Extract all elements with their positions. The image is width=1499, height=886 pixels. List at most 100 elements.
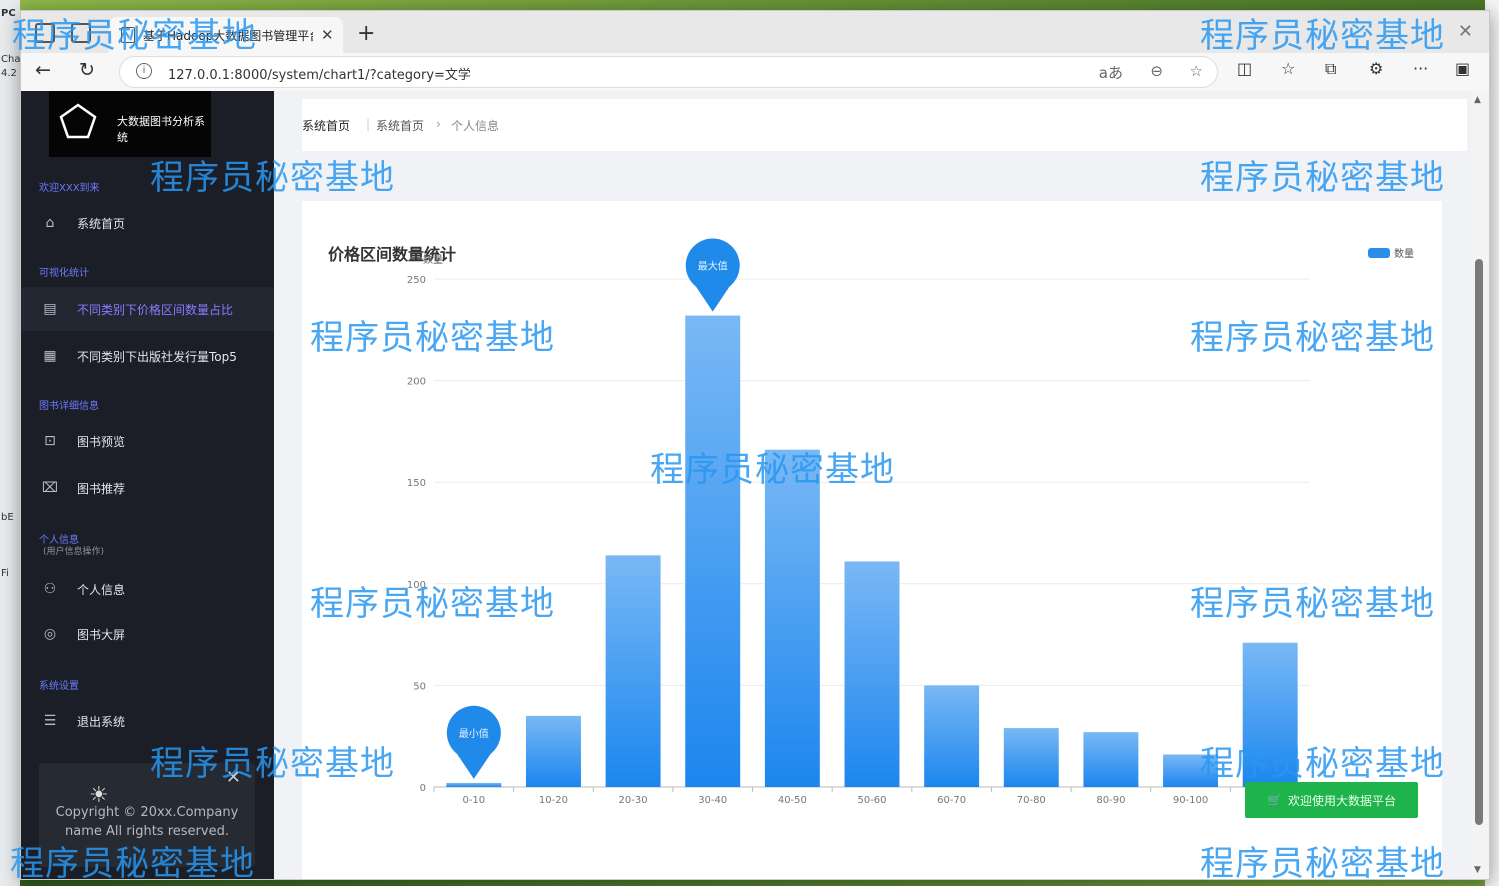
- max-value-label: 最大值: [698, 260, 728, 273]
- breadcrumb-separator: ›: [436, 117, 441, 131]
- bar: [605, 555, 661, 787]
- bar: [1003, 728, 1059, 787]
- section-system: 系统设置: [39, 681, 79, 692]
- favorites-icon[interactable]: ☆: [1281, 59, 1295, 78]
- tab-actions-icon[interactable]: [71, 23, 91, 43]
- brand-logo[interactable]: 大数据图书分析系统: [49, 91, 211, 157]
- collections-icon[interactable]: ⧉: [1325, 59, 1336, 79]
- section-user-sub: (用户信息操作): [43, 547, 105, 557]
- x-tick-label: 60-70: [937, 795, 966, 806]
- cart-icon: 🛒: [1267, 793, 1282, 807]
- welcome-text: 欢迎XXX到来: [39, 183, 100, 194]
- bar-chart: 数量 0 50 100 150 200 250 0-10 10-20 20-30 30-40 40-5…: [407, 238, 1310, 806]
- copyright-text: Copyright © 20xx.Company name All rights…: [55, 805, 239, 839]
- x-tick-label: 10-20: [539, 795, 568, 806]
- y-tick-label: 150: [407, 478, 426, 489]
- sidebar-item-home[interactable]: ⌂ 系统首页: [21, 201, 274, 245]
- bar: [1242, 642, 1298, 787]
- scroll-up-icon[interactable]: ▲: [1474, 95, 1481, 105]
- desktop-text: Fi: [1, 568, 9, 579]
- address-bar[interactable]: i 127.0.0.1:8000/system/chart1/?category…: [119, 56, 1218, 88]
- workspaces-icon[interactable]: [35, 23, 55, 43]
- url-text: 127.0.0.1:8000/system/chart1/?category=文…: [168, 68, 471, 83]
- y-axis-label: 数量: [423, 253, 443, 266]
- tab-bar: 基于Hadoop大数据图书管理平台 ✕ + ✕: [21, 11, 1489, 53]
- sidebar-item-label: 不同类别下出版社发行量Top5: [77, 349, 237, 364]
- x-tick-label: 50-60: [857, 795, 886, 806]
- section-visualization: 可视化统计: [39, 268, 89, 279]
- page-icon: [121, 27, 135, 43]
- tab-close-icon[interactable]: ✕: [321, 26, 334, 44]
- sidebar-item-label: 图书预览: [77, 434, 126, 449]
- chart-card: 价格区间数量统计 数量 数量 0 50 100 150 200 250 0-10 10-20 20…: [302, 201, 1442, 879]
- welcome-cart-button[interactable]: 🛒 欢迎使用大数据平台: [1245, 782, 1418, 818]
- close-icon[interactable]: ✕: [226, 767, 241, 788]
- y-tick-label: 200: [407, 377, 426, 388]
- x-tick-label: 30-40: [698, 795, 727, 806]
- sidebar-item-publisher-top5[interactable]: ▦ 不同类别下出版社发行量Top5: [21, 334, 274, 378]
- split-screen-icon[interactable]: ◫: [1237, 59, 1252, 78]
- favorite-star-icon[interactable]: ☆: [1190, 62, 1203, 80]
- pentagon-logo-icon: [59, 103, 97, 139]
- window-close-icon[interactable]: ✕: [1458, 21, 1473, 42]
- x-tick-label: 0-10: [462, 795, 485, 806]
- x-tick-label: 90-100: [1173, 795, 1208, 806]
- sidebar-item-logout[interactable]: ☰ 退出系统: [21, 699, 274, 743]
- tab-title: 基于Hadoop大数据图书管理平台: [143, 28, 313, 43]
- sidebar-item-profile[interactable]: ⚇ 个人信息: [21, 567, 274, 611]
- bar: [1163, 754, 1219, 787]
- x-tick-label: 20-30: [619, 795, 648, 806]
- site-info-icon[interactable]: i: [136, 63, 152, 79]
- breadcrumb: 系统首页 | 系统首页 › 个人信息: [302, 99, 1467, 151]
- brand-name: 大数据图书分析系统: [117, 115, 205, 144]
- scroll-down-icon[interactable]: ▼: [1474, 865, 1481, 875]
- breadcrumb-item[interactable]: 系统首页: [376, 117, 424, 134]
- sidebar-item-dashboard[interactable]: ◎ 图书大屏: [21, 612, 274, 656]
- navigation-bar: ← ↻ i 127.0.0.1:8000/system/chart1/?cate…: [21, 53, 1489, 91]
- y-tick-label: 250: [407, 275, 426, 286]
- refresh-icon[interactable]: ↻: [79, 59, 95, 81]
- basket-icon: ⊡: [44, 433, 56, 449]
- page-content: 大数据图书分析系统 欢迎XXX到来 ⌂ 系统首页 可视化统计 ▤ 不同类别下价格…: [21, 91, 1489, 879]
- sidebar: 大数据图书分析系统 欢迎XXX到来 ⌂ 系统首页 可视化统计 ▤ 不同类别下价格…: [21, 91, 274, 879]
- desktop-text: bE: [1, 512, 14, 523]
- welcome-button-label: 欢迎使用大数据平台: [1287, 793, 1396, 808]
- sidebar-item-price-range[interactable]: ▤ 不同类别下价格区间数量占比: [21, 287, 274, 331]
- bar: [1083, 732, 1139, 787]
- back-icon[interactable]: ←: [35, 59, 51, 81]
- browser-tab[interactable]: 基于Hadoop大数据图书管理平台 ✕: [109, 17, 343, 53]
- user-settings-icon: ⚇: [43, 581, 57, 597]
- desktop-text: Cha: [1, 54, 21, 65]
- zoom-icon[interactable]: ⊖: [1150, 62, 1163, 80]
- sidebar-item-book-recommend[interactable]: ⌧ 图书推荐: [21, 466, 274, 510]
- y-tick-label: 50: [413, 681, 426, 692]
- sidebar-item-label: 图书推荐: [77, 481, 126, 496]
- sidebar-item-label: 图书大屏: [77, 627, 126, 642]
- desktop-text: 4.2: [1, 68, 17, 79]
- min-value-label: 最小值: [459, 727, 489, 740]
- more-icon[interactable]: ···: [1413, 59, 1428, 78]
- bar: [844, 561, 900, 787]
- read-aloud-icon[interactable]: aあ: [1099, 62, 1123, 83]
- menu-icon: ☰: [43, 713, 57, 729]
- home-icon: ⌂: [45, 215, 55, 231]
- max-value-marker: [685, 238, 740, 312]
- calendar-icon: ▦: [43, 348, 57, 364]
- copyright-box: ✕ ☀ Copyright © 20xx.Company name All ri…: [39, 763, 255, 867]
- extensions-icon[interactable]: ⚙: [1369, 59, 1383, 78]
- scroll-thumb[interactable]: [1475, 259, 1483, 825]
- desktop-text: PC: [1, 8, 16, 19]
- new-tab-icon[interactable]: +: [357, 21, 375, 46]
- breadcrumb-item: 个人信息: [451, 119, 500, 133]
- breadcrumb-item[interactable]: 系统首页: [302, 117, 350, 134]
- target-icon: ◎: [43, 626, 57, 642]
- sidebar-item-label: 不同类别下价格区间数量占比: [77, 302, 234, 317]
- sidebar-toggle-icon[interactable]: ▣: [1455, 59, 1470, 78]
- bar: [446, 782, 502, 787]
- sidebar-item-book-preview[interactable]: ⊡ 图书预览: [21, 419, 274, 463]
- x-tick-label: 70-80: [1017, 795, 1046, 806]
- sidebar-item-label: 个人信息: [77, 582, 126, 597]
- x-tick-label: 80-90: [1096, 795, 1125, 806]
- list-icon: ▤: [43, 301, 57, 317]
- page-scrollbar[interactable]: ▲ ▼: [1471, 91, 1489, 879]
